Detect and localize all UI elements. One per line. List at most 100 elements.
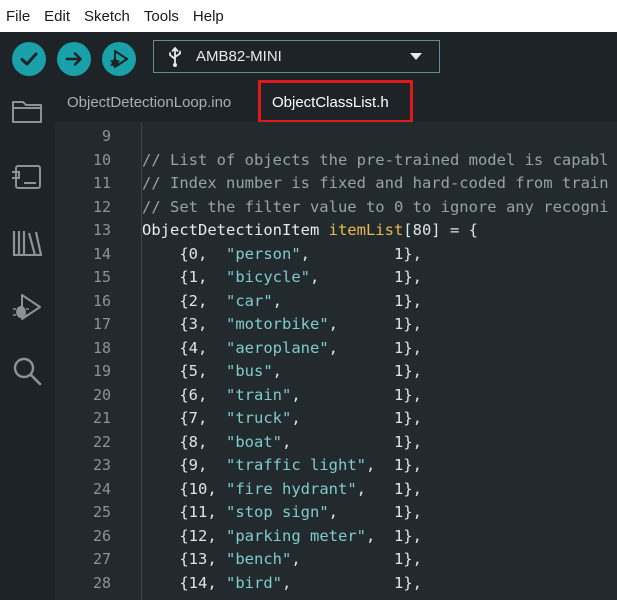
code-line: {10, "fire hydrant", 1},: [142, 478, 422, 502]
code-token: "bench": [226, 550, 292, 568]
line-number: 17: [92, 315, 111, 333]
caret-down-icon[interactable]: [409, 52, 423, 62]
debug-icon[interactable]: [10, 290, 44, 324]
board-manager-icon[interactable]: [10, 160, 44, 194]
code-line: {12, "parking meter", 1},: [142, 525, 422, 549]
code-line: {4, "aeroplane", 1},: [142, 337, 422, 361]
arrow-right-icon: [65, 52, 82, 66]
search-icon[interactable]: [10, 354, 44, 388]
code-token: "truck": [226, 409, 292, 427]
code-token: {1,: [142, 268, 226, 286]
line-number-gutter: 9 10 11 12 13 14 15 16 17 18 19 20 21 22 23 24 25 26 27 28: [55, 122, 141, 600]
code-token: {13,: [142, 550, 226, 568]
tab-objectdetectionloop[interactable]: ObjectDetectionLoop.ino: [67, 84, 231, 122]
code-token: // Index number is fixed and hard-coded …: [142, 174, 609, 192]
code-token: // List of objects the pre-trained model…: [142, 150, 609, 169]
line-number: 15: [92, 268, 111, 286]
menu-help[interactable]: Help: [187, 8, 232, 25]
line-number: 14: [92, 244, 111, 263]
code-token: , 1},: [365, 456, 422, 474]
code-token: itemList: [328, 221, 404, 239]
code-token: , 1},: [291, 409, 422, 427]
code-token: "train": [226, 385, 292, 404]
usb-icon: [169, 46, 181, 67]
code-area[interactable]: // List of objects the pre-trained model…: [142, 122, 617, 600]
upload-button[interactable]: [57, 42, 91, 76]
code-token: {9,: [142, 456, 226, 474]
code-token: "stop sign": [226, 503, 329, 521]
board-name: AMB82-MINI: [196, 48, 282, 65]
code-token: , 1},: [272, 362, 422, 380]
code-token: , 1},: [282, 573, 422, 592]
code-line: {13, "bench", 1},: [142, 548, 422, 572]
code-token: , 1},: [300, 244, 422, 263]
code-line: {3, "motorbike", 1},: [142, 313, 422, 337]
code-token: {8,: [142, 432, 226, 451]
library-icon[interactable]: [10, 226, 44, 260]
code-token: , 1},: [328, 338, 422, 357]
menu-bar: File Edit Sketch Tools Help: [0, 0, 617, 32]
line-number: 10: [92, 150, 111, 169]
code-line: {2, "car", 1},: [142, 290, 422, 314]
code-token: "boat": [226, 432, 282, 451]
code-line: // List of objects the pre-trained model…: [142, 149, 609, 173]
line-number: 18: [92, 338, 111, 357]
code-token: , 1},: [272, 291, 422, 310]
code-token: "parking meter": [226, 526, 366, 545]
menu-tools[interactable]: Tools: [138, 8, 187, 25]
code-token: {6,: [142, 385, 226, 404]
toolbar: AMB82-MINI: [0, 32, 617, 84]
code-token: {12,: [142, 526, 226, 545]
line-number: 20: [92, 385, 111, 404]
code-line: // Index number is fixed and hard-coded …: [142, 172, 609, 196]
code-token: // Set the filter value to 0 to ignore a…: [142, 197, 609, 216]
code-line: {5, "bus", 1},: [142, 360, 422, 384]
code-token: {10,: [142, 479, 226, 498]
code-token: {11,: [142, 503, 226, 521]
code-token: "car": [226, 291, 273, 310]
code-token: {4,: [142, 338, 226, 357]
code-token: , 1},: [282, 432, 422, 451]
code-line: {6, "train", 1},: [142, 384, 422, 408]
debug-icon: [110, 50, 128, 68]
code-line: // Set the filter value to 0 to ignore a…: [142, 196, 609, 220]
line-number: 9: [101, 127, 111, 145]
code-token: {2,: [142, 291, 226, 310]
code-token: {14,: [142, 573, 226, 592]
code-token: "motorbike": [226, 315, 329, 333]
code-token: {5,: [142, 362, 226, 380]
code-line: {8, "boat", 1},: [142, 431, 422, 455]
code-line: {11, "stop sign", 1},: [142, 501, 422, 525]
code-token: [80] = {: [403, 221, 478, 239]
code-line: {0, "person", 1},: [142, 243, 422, 267]
code-line: {14, "bird", 1},: [142, 572, 422, 596]
line-number: 11: [92, 174, 111, 192]
code-line: {1, "bicycle", 1},: [142, 266, 422, 290]
verify-button[interactable]: [12, 42, 46, 76]
code-token: , 1},: [365, 526, 422, 545]
menu-edit[interactable]: Edit: [38, 8, 78, 25]
code-token: "bus": [226, 362, 273, 380]
code-token: "fire hydrant": [226, 479, 357, 498]
code-token: "traffic light": [226, 456, 366, 474]
menu-file[interactable]: File: [0, 8, 38, 25]
folder-icon[interactable]: [10, 94, 44, 128]
line-number: 28: [92, 573, 111, 592]
line-number: 16: [92, 291, 111, 310]
code-token: , 1},: [291, 385, 422, 404]
line-number: 21: [92, 409, 111, 427]
code-token: , 1},: [356, 479, 422, 498]
board-selector[interactable]: AMB82-MINI: [153, 40, 440, 73]
line-number: 26: [92, 526, 111, 545]
line-number: 25: [92, 503, 111, 521]
code-line: {9, "traffic light", 1},: [142, 454, 422, 478]
line-number: 27: [92, 550, 111, 568]
menu-sketch[interactable]: Sketch: [78, 8, 138, 25]
code-token: , 1},: [291, 550, 422, 568]
debug-button[interactable]: [102, 42, 136, 76]
line-number: 22: [92, 432, 111, 451]
code-token: ObjectDetectionItem: [142, 221, 329, 239]
tab-highlight-box: [258, 80, 413, 123]
code-token: , 1},: [310, 268, 422, 286]
code-editor[interactable]: 9 10 11 12 13 14 15 16 17 18 19 20 21 22 23 24 25 26 27 28 …: [55, 122, 617, 600]
